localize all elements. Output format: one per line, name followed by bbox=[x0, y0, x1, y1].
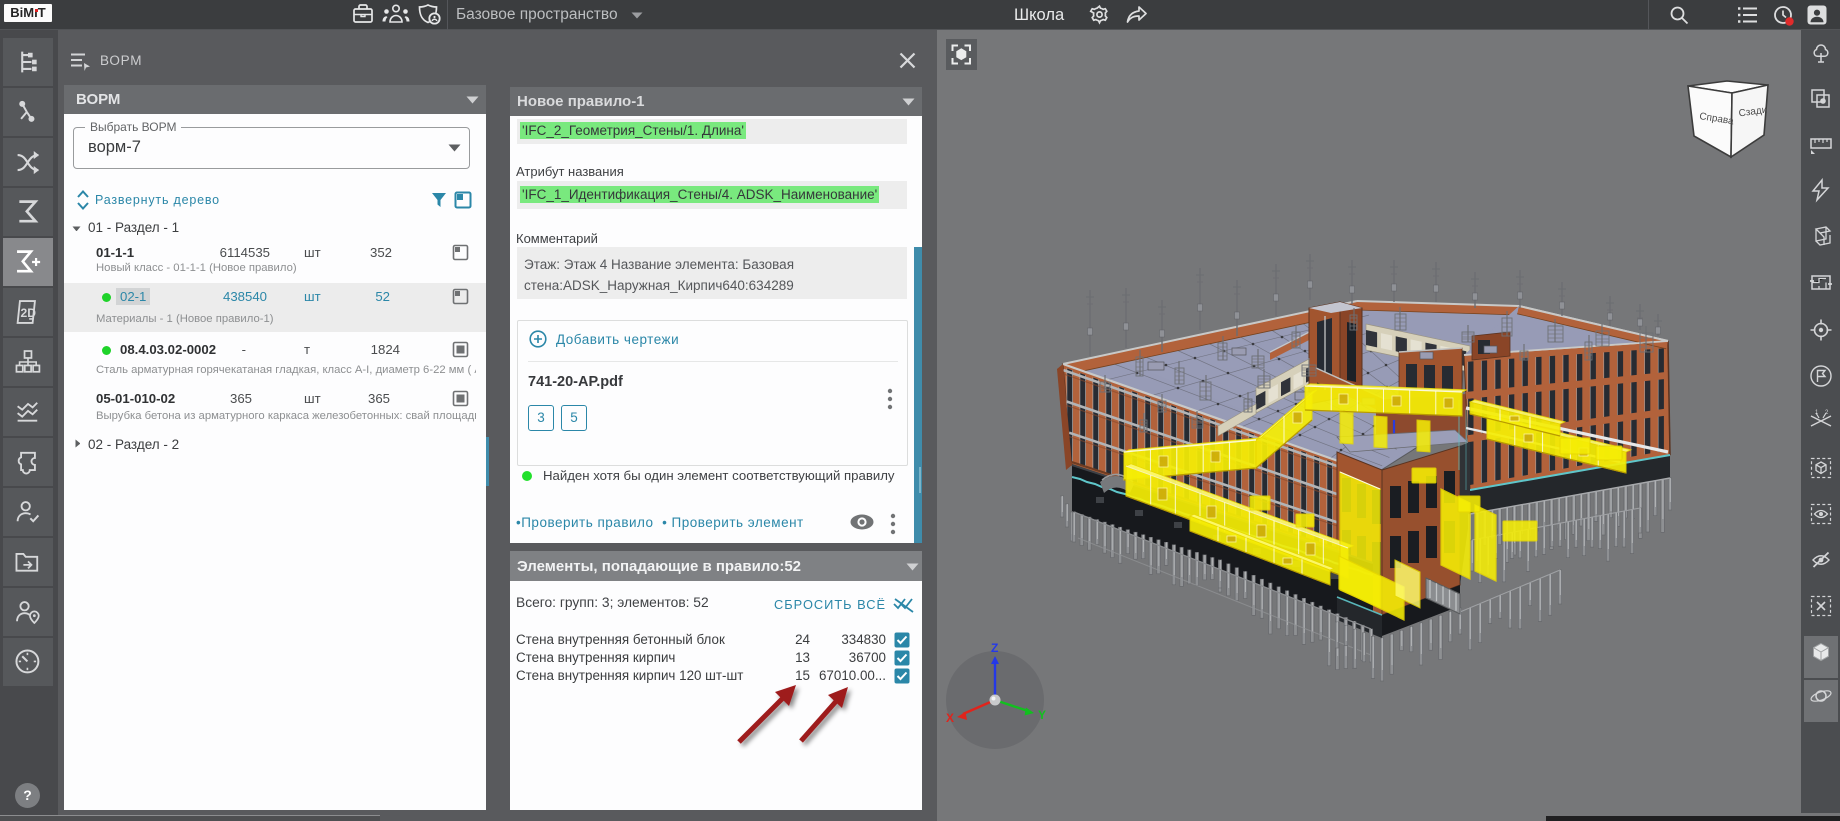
svg-text:X: X bbox=[946, 711, 954, 725]
svg-text:2: 2 bbox=[1825, 410, 1829, 416]
svg-text:Z: Z bbox=[991, 641, 998, 655]
svg-text:1: 1 bbox=[1815, 410, 1819, 416]
svg-text:Y: Y bbox=[1038, 708, 1046, 722]
